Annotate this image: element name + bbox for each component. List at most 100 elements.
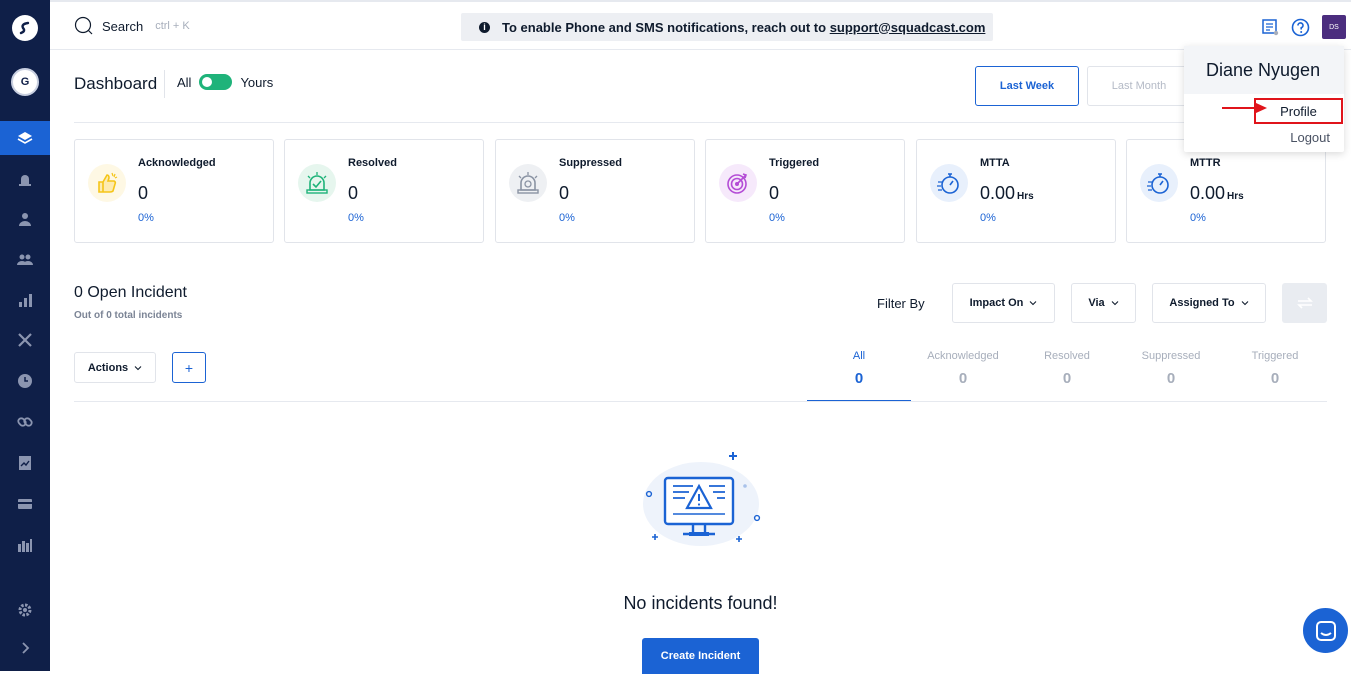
card-percent: 0% xyxy=(769,212,785,224)
card-title: MTTR xyxy=(1190,157,1221,169)
sidebar-item-analytics[interactable] xyxy=(0,283,50,317)
toggle-label-all: All xyxy=(177,74,192,90)
chevron-right-icon xyxy=(22,642,30,654)
user-avatar[interactable]: DS xyxy=(1322,15,1346,39)
refresh-icon xyxy=(1296,297,1313,309)
total-incidents-label: Out of 0 total incidents xyxy=(74,310,183,321)
tab-resolved[interactable]: Resolved 0 xyxy=(1015,346,1119,402)
page-title: Dashboard xyxy=(74,74,158,93)
all-yours-toggle[interactable] xyxy=(199,74,233,90)
search-shortcut-hint: ctrl + K xyxy=(155,20,190,32)
card-value: 0 xyxy=(769,183,780,203)
layers-icon xyxy=(17,132,33,144)
card-title: Triggered xyxy=(769,157,820,169)
siren-muted-icon xyxy=(509,164,547,202)
gear-icon xyxy=(18,603,32,617)
last-week-button[interactable]: Last Week xyxy=(975,66,1079,106)
add-incident-button[interactable]: + xyxy=(172,352,206,383)
tab-triggered[interactable]: Triggered 0 xyxy=(1223,346,1327,402)
news-icon[interactable] xyxy=(1261,18,1279,36)
divider xyxy=(74,122,1327,123)
siren-check-icon xyxy=(298,164,336,202)
sidebar-item-stats[interactable] xyxy=(0,528,50,562)
sidebar-item-reports[interactable] xyxy=(0,446,50,480)
filter-by-label: Filter By xyxy=(877,296,925,311)
squadcast-logo-icon[interactable] xyxy=(12,15,38,41)
sidebar-item-dashboard[interactable] xyxy=(0,121,50,155)
top-icons: DS xyxy=(1261,15,1346,39)
search-trigger[interactable]: Search ctrl + K xyxy=(74,16,190,36)
card-value: 0.00 Hrs xyxy=(1190,183,1244,203)
report-icon xyxy=(19,456,31,470)
support-email-link[interactable]: support@squadcast.com xyxy=(830,20,986,35)
card-value: 0 xyxy=(559,183,570,203)
tab-suppressed[interactable]: Suppressed 0 xyxy=(1119,346,1223,402)
search-icon xyxy=(74,16,93,35)
user-menu-dropdown: Diane Nyugen Profile Logout xyxy=(1184,46,1344,152)
stat-card-mtta[interactable]: MTTA 0.00 Hrs 0% xyxy=(916,139,1116,243)
sidebar-item-billing[interactable] xyxy=(0,487,50,521)
card-percent: 0% xyxy=(348,212,364,224)
create-incident-button[interactable]: Create Incident xyxy=(642,638,759,674)
divider xyxy=(74,401,1327,402)
sidebar-item-integrations[interactable] xyxy=(0,405,50,439)
sidebar-item-tools[interactable] xyxy=(0,323,50,357)
card-value: 0.00 Hrs xyxy=(980,183,1034,203)
info-icon: i xyxy=(479,21,490,33)
chevron-down-icon xyxy=(1111,301,1119,306)
empty-state-message: No incidents found! xyxy=(623,593,778,613)
open-incident-count: 0 Open Incident xyxy=(74,284,187,301)
impact-on-dropdown[interactable]: Impact On xyxy=(952,283,1055,323)
stat-card-mttr[interactable]: MTTR 0.00 Hrs 0% xyxy=(1126,139,1326,243)
top-bar: Search ctrl + K i To enable Phone and SM… xyxy=(50,0,1351,50)
refresh-button[interactable] xyxy=(1282,283,1327,323)
actions-dropdown[interactable]: Actions xyxy=(74,352,156,383)
search-label: Search xyxy=(102,18,144,34)
user-name: Diane Nyugen xyxy=(1184,46,1344,94)
sidebar-item-settings[interactable] xyxy=(0,593,50,627)
analytics-icon xyxy=(18,539,32,552)
last-month-button[interactable]: Last Month xyxy=(1087,66,1191,106)
target-icon xyxy=(719,164,757,202)
alarm-icon xyxy=(19,175,31,186)
sidebar-expand[interactable] xyxy=(0,631,50,665)
scope-toggle: All Yours xyxy=(177,74,273,90)
org-avatar[interactable]: G xyxy=(11,68,39,96)
stat-card-triggered[interactable]: Triggered 0 0% xyxy=(705,139,905,243)
chevron-down-icon xyxy=(1030,301,1037,306)
card-title: MTTA xyxy=(980,157,1010,169)
sidebar: G xyxy=(0,0,50,671)
toggle-label-yours: Yours xyxy=(240,74,274,90)
sidebar-item-users[interactable] xyxy=(0,202,50,236)
tab-acknowledged[interactable]: Acknowledged 0 xyxy=(911,346,1015,402)
sidebar-item-schedules[interactable] xyxy=(0,364,50,398)
help-icon[interactable] xyxy=(1291,18,1310,37)
stat-card-resolved[interactable]: Resolved 0 0% xyxy=(284,139,484,243)
tab-all[interactable]: All 0 xyxy=(807,346,911,402)
card-percent: 0% xyxy=(559,212,575,224)
card-percent: 0% xyxy=(1190,212,1206,224)
tools-icon xyxy=(18,333,32,347)
stat-card-suppressed[interactable]: Suppressed 0 0% xyxy=(495,139,695,243)
bar-chart-icon xyxy=(19,294,32,307)
card-title: Acknowledged xyxy=(138,157,216,169)
card-value: 0 xyxy=(138,183,149,203)
assigned-to-dropdown[interactable]: Assigned To xyxy=(1152,283,1266,323)
main-content: Dashboard All Yours Last Week Last Month… xyxy=(50,50,1351,674)
chat-launcher-button[interactable] xyxy=(1301,606,1350,655)
logout-menu-item[interactable]: Logout xyxy=(1290,130,1330,145)
title-divider xyxy=(164,70,165,98)
stopwatch-icon xyxy=(930,164,968,202)
sidebar-item-teams[interactable] xyxy=(0,242,50,276)
sidebar-item-incidents[interactable] xyxy=(0,162,50,196)
stat-card-acknowledged[interactable]: Acknowledged 0 0% xyxy=(74,139,274,243)
empty-state-monitor-icon xyxy=(643,452,761,546)
chevron-down-icon xyxy=(1241,301,1248,306)
thumbs-up-icon xyxy=(88,164,126,202)
chat-icon xyxy=(1315,620,1336,641)
user-icon xyxy=(19,213,31,226)
notification-banner: i To enable Phone and SMS notifications,… xyxy=(461,13,993,41)
via-dropdown[interactable]: Via xyxy=(1071,283,1136,323)
card-percent: 0% xyxy=(138,212,154,224)
clock-icon xyxy=(18,374,32,388)
